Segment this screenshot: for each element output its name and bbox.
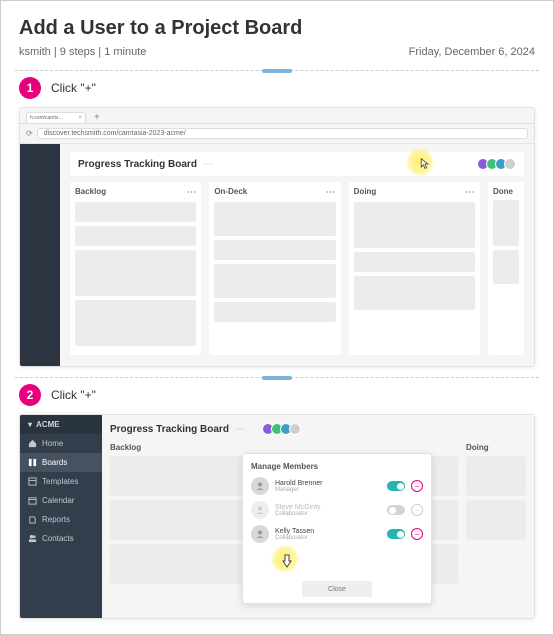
meta-left: ksmith | 9 steps | 1 minute — [19, 46, 146, 58]
more-icon[interactable]: ⋯ — [203, 159, 213, 170]
avatar-icon — [251, 477, 269, 495]
close-icon[interactable]: × — [78, 115, 82, 121]
nav-reports[interactable]: Reports — [20, 510, 102, 529]
add-member-icon — [289, 423, 301, 435]
section-divider — [15, 377, 539, 378]
nav-home[interactable]: Home — [20, 434, 102, 453]
step-instruction: Click "+" — [51, 81, 96, 95]
member-toggle[interactable] — [387, 505, 405, 515]
nav-boards[interactable]: Boards — [20, 453, 102, 472]
column-done: Done — [488, 182, 524, 355]
reload-icon[interactable]: ⟳ — [26, 129, 33, 138]
calendar-icon — [28, 496, 37, 505]
cursor-icon — [420, 158, 430, 170]
remove-member-button[interactable]: − — [411, 528, 423, 540]
brand-header: ▾ ACME — [20, 415, 102, 434]
boards-icon — [28, 458, 37, 467]
manage-members-popover: Manage Members Harold BrennerManager − S… — [242, 453, 432, 604]
step-number-badge: 1 — [19, 77, 41, 99]
remove-member-button[interactable]: − — [411, 480, 423, 492]
avatar-icon — [251, 525, 269, 543]
board-title: Progress Tracking Board — [110, 424, 229, 435]
nav-calendar[interactable]: Calendar — [20, 491, 102, 510]
sidebar-expanded: ▾ ACME Home Boards Templates Calendar — [20, 415, 102, 618]
templates-icon — [28, 477, 37, 486]
meta-date: Friday, December 6, 2024 — [409, 46, 535, 58]
member-toggle[interactable] — [387, 529, 405, 539]
home-icon — [28, 439, 37, 448]
new-tab-button[interactable]: + — [90, 112, 104, 123]
member-row: Harold BrennerManager − — [251, 477, 423, 495]
section-divider — [15, 70, 539, 71]
column-doing: Doing — [466, 443, 526, 588]
dropdown-icon[interactable]: ▾ — [28, 420, 32, 429]
sidebar-collapsed — [20, 144, 60, 367]
step1-screenshot: h.com/camts…× + ⟳ discover.techsmith.com… — [19, 107, 535, 367]
member-toggle[interactable] — [387, 481, 405, 491]
member-avatars[interactable] — [265, 423, 301, 435]
column-ondeck: On-Deck⋯ — [209, 182, 340, 355]
popover-title: Manage Members — [251, 462, 423, 471]
column-doing: Doing⋯ — [349, 182, 480, 355]
more-icon[interactable]: ⋯ — [235, 424, 245, 435]
member-row: Kelly TassenCollaborator − — [251, 525, 423, 543]
pointer-icon — [281, 554, 293, 568]
member-row: Steve McGintyCollaborator − — [251, 501, 423, 519]
avatar-icon — [251, 501, 269, 519]
nav-contacts[interactable]: Contacts — [20, 529, 102, 548]
address-bar[interactable]: discover.techsmith.com/camtasia-2023-acm… — [37, 128, 528, 139]
member-avatars[interactable] — [480, 158, 516, 170]
page-title: Add a User to a Project Board — [19, 17, 535, 40]
remove-member-button[interactable]: − — [411, 504, 423, 516]
step-number-badge: 2 — [19, 384, 41, 406]
board-title: Progress Tracking Board — [78, 159, 197, 170]
close-button[interactable]: Close — [302, 581, 372, 597]
add-member-icon — [504, 158, 516, 170]
contacts-icon — [28, 534, 37, 543]
column-backlog: Backlog⋯ — [70, 182, 201, 355]
reports-icon — [28, 515, 37, 524]
browser-tab[interactable]: h.com/camts…× — [26, 112, 86, 123]
nav-templates[interactable]: Templates — [20, 472, 102, 491]
step2-screenshot: ▾ ACME Home Boards Templates Calendar — [19, 414, 535, 619]
step-instruction: Click "+" — [51, 388, 96, 402]
